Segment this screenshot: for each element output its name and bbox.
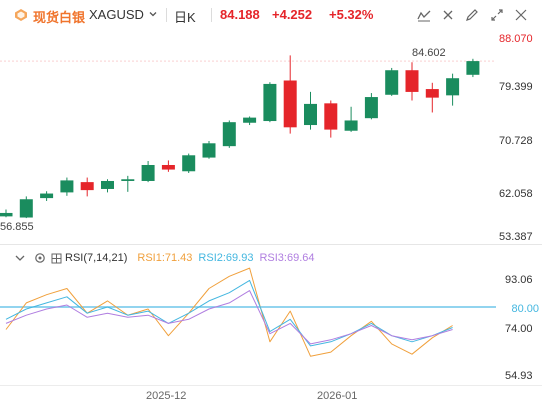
draw-tool-button[interactable]: [463, 6, 481, 24]
rsi-axis-label: 74.00: [505, 323, 533, 335]
candle-body: [304, 103, 317, 126]
candle-body: [466, 61, 480, 75]
rsi3-line: [5, 290, 453, 345]
fullscreen-button[interactable]: [488, 6, 506, 24]
collapse-icon: [515, 9, 527, 21]
price-axis-label: 62.058: [499, 188, 533, 200]
candle-body: [344, 120, 358, 131]
cross-icon: [443, 10, 453, 20]
candle-body: [263, 83, 277, 122]
candle-body: [161, 164, 175, 170]
candle-body: [101, 180, 114, 189]
candle-body: [60, 180, 74, 193]
candle-body: [243, 117, 257, 123]
interval-selector[interactable]: 日K: [174, 7, 196, 26]
price-axis-label: 70.728: [499, 135, 533, 147]
toolbar-divider: [211, 8, 212, 22]
candle-body: [202, 143, 216, 158]
cross-tool-button[interactable]: [439, 6, 457, 24]
rsi1-line: [5, 267, 453, 357]
rsi-axis-label: 54.93: [505, 370, 533, 382]
symbol-code[interactable]: XAGUSD: [89, 7, 144, 22]
rsi-axis-label: 93.06: [505, 274, 533, 286]
fullscreen-icon: [491, 9, 503, 21]
price-change-percent: +5.32%: [329, 7, 374, 22]
line-tool-icon: [417, 10, 431, 22]
symbol-name-cn[interactable]: 现货白银: [33, 7, 85, 26]
candle-body: [121, 179, 135, 181]
time-axis-label: 2026-01: [317, 390, 358, 402]
pencil-icon: [466, 9, 478, 21]
candle-body: [446, 78, 460, 96]
last-price: 84.188: [220, 7, 260, 22]
candle-body: [141, 164, 155, 181]
price-axis-label: 79.399: [499, 81, 533, 93]
chart-toolbar: 现货白银 XAGUSD 日K 84.188 +4.252 +5.32%: [0, 0, 542, 30]
candle-body: [80, 182, 94, 191]
price-change: +4.252: [272, 7, 313, 22]
candle-body: [425, 89, 439, 98]
rsi-chart[interactable]: [0, 245, 542, 406]
silver-logo-icon: [15, 9, 27, 21]
low-price-label: 56.855: [0, 221, 34, 233]
candle-body: [0, 212, 13, 217]
current-price-axis-label: 88.070: [499, 33, 533, 45]
time-axis-line: [0, 385, 542, 386]
candle-body: [40, 193, 54, 199]
rsi2-line: [5, 279, 453, 347]
candle-body: [405, 70, 419, 92]
candle-body: [19, 199, 33, 218]
candle-body: [283, 80, 297, 128]
candlestick-chart[interactable]: [0, 30, 542, 245]
candle-body: [364, 97, 378, 119]
collapse-button[interactable]: [512, 6, 530, 24]
overbought-label: 80.00: [511, 303, 539, 315]
time-axis-label: 2025-12: [146, 390, 187, 402]
toolbar-divider: [166, 8, 167, 22]
high-price-label: 84.602: [412, 47, 446, 59]
line-tool-button[interactable]: [415, 6, 433, 24]
candle-body: [222, 122, 236, 147]
candle-body: [324, 103, 338, 130]
candle-body: [385, 70, 399, 95]
dropdown-icon[interactable]: [148, 9, 158, 19]
price-axis-label: 53.387: [499, 231, 533, 243]
candle-body: [182, 155, 196, 172]
